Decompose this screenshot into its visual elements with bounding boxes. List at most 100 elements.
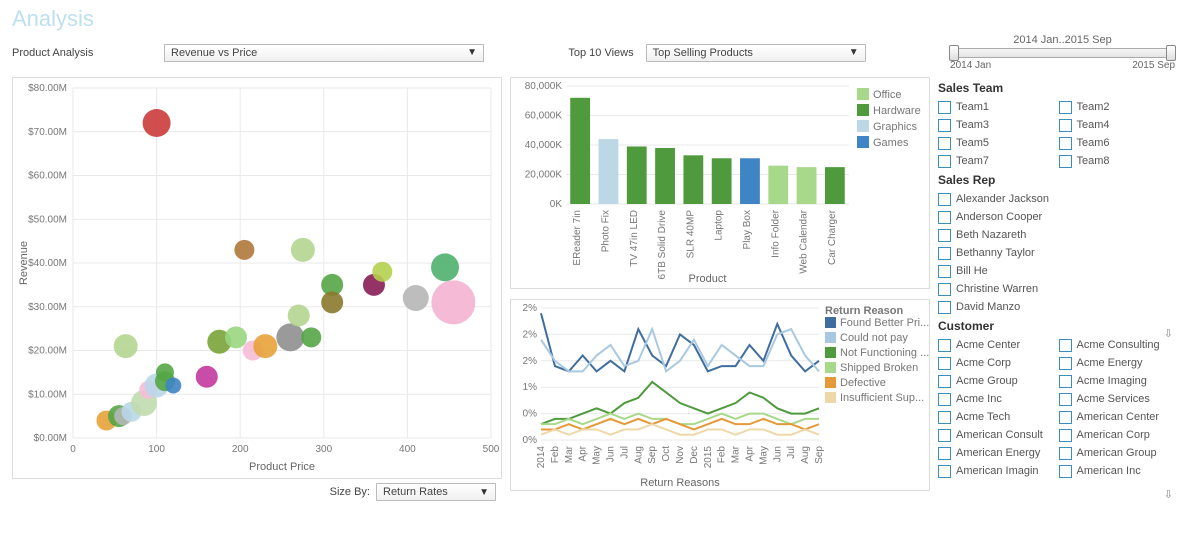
svg-text:Mar: Mar xyxy=(564,445,575,463)
svg-text:2%: 2% xyxy=(523,356,538,367)
checkbox-icon[interactable] xyxy=(938,211,951,224)
scroll-down-icon[interactable]: ⇩ xyxy=(1164,488,1173,501)
customer-item[interactable]: Acme Center xyxy=(938,337,1055,353)
customer-item[interactable]: Acme Tech xyxy=(938,409,1055,425)
checkbox-icon[interactable] xyxy=(938,283,951,296)
checkbox-icon[interactable] xyxy=(1059,339,1072,352)
svg-text:Product: Product xyxy=(689,273,727,285)
svg-text:40,000K: 40,000K xyxy=(525,140,563,151)
checkbox-icon[interactable] xyxy=(1059,101,1072,114)
customer-label: American Imagin xyxy=(956,465,1039,477)
sales-rep-item[interactable]: Bill He xyxy=(938,263,1175,279)
checkbox-icon[interactable] xyxy=(938,429,951,442)
customer-label: American Corp xyxy=(1077,429,1150,441)
customer-item[interactable]: American Energy xyxy=(938,445,1055,461)
customer-label: Acme Group xyxy=(956,375,1018,387)
customer-item[interactable]: Acme Imaging xyxy=(1059,373,1176,389)
svg-text:2%: 2% xyxy=(523,303,538,314)
sales-team-item[interactable]: Team5 xyxy=(938,135,1055,151)
checkbox-icon[interactable] xyxy=(938,411,951,424)
sales-team-item[interactable]: Team1 xyxy=(938,99,1055,115)
svg-text:2015: 2015 xyxy=(703,446,714,469)
checkbox-icon[interactable] xyxy=(938,339,951,352)
revenue-vs-price-chart[interactable]: 0100200300400500$0.00M$10.00M$20.00M$30.… xyxy=(12,77,502,479)
customer-item[interactable]: Acme Energy xyxy=(1059,355,1176,371)
checkbox-icon[interactable] xyxy=(938,375,951,388)
checkbox-icon[interactable] xyxy=(938,229,951,242)
customer-item[interactable]: Acme Corp xyxy=(938,355,1055,371)
customer-item[interactable]: American Imagin xyxy=(938,463,1055,479)
customer-title: Customer xyxy=(938,319,1175,333)
checkbox-icon[interactable] xyxy=(938,357,951,370)
checkbox-icon[interactable] xyxy=(1059,393,1072,406)
date-range-slider[interactable]: 2014 Jan..2015 Sep 2014 Jan 2015 Sep xyxy=(950,34,1175,71)
sales-rep-item[interactable]: David Manzo xyxy=(938,299,1175,315)
sales-team-item[interactable]: Team6 xyxy=(1059,135,1176,151)
customer-label: Acme Services xyxy=(1077,393,1150,405)
svg-text:$60.00M: $60.00M xyxy=(28,171,67,182)
checkbox-icon[interactable] xyxy=(1059,357,1072,370)
checkbox-icon[interactable] xyxy=(938,101,951,114)
customer-item[interactable]: American Inc xyxy=(1059,463,1176,479)
size-by-selected: Return Rates xyxy=(383,486,448,498)
customer-item[interactable]: Acme Group xyxy=(938,373,1055,389)
sales-team-item[interactable]: Team4 xyxy=(1059,117,1176,133)
svg-text:Found Better Pri...: Found Better Pri... xyxy=(840,317,929,329)
checkbox-icon[interactable] xyxy=(1059,447,1072,460)
svg-text:Apr: Apr xyxy=(578,445,589,461)
customer-item[interactable]: Acme Consulting xyxy=(1059,337,1176,353)
checkbox-icon[interactable] xyxy=(938,393,951,406)
sales-rep-item[interactable]: Bethanny Taylor xyxy=(938,245,1175,261)
customer-item[interactable]: American Consult xyxy=(938,427,1055,443)
customer-item[interactable]: Acme Services xyxy=(1059,391,1176,407)
checkbox-icon[interactable] xyxy=(938,447,951,460)
sales-rep-item[interactable]: Anderson Cooper xyxy=(938,209,1175,225)
checkbox-icon[interactable] xyxy=(938,247,951,260)
svg-text:Sep: Sep xyxy=(814,446,825,464)
checkbox-icon[interactable] xyxy=(1059,155,1072,168)
svg-text:$0.00M: $0.00M xyxy=(34,433,67,444)
checkbox-icon[interactable] xyxy=(1059,411,1072,424)
sales-team-item[interactable]: Team2 xyxy=(1059,99,1176,115)
top10-dropdown[interactable]: Top Selling Products ▼ xyxy=(646,44,866,62)
sales-rep-item[interactable]: Christine Warren xyxy=(938,281,1175,297)
sales-rep-item[interactable]: Beth Nazareth xyxy=(938,227,1175,243)
sales-team-label: Team2 xyxy=(1077,101,1110,113)
customer-item[interactable]: Acme Inc xyxy=(938,391,1055,407)
customer-item[interactable]: American Center xyxy=(1059,409,1176,425)
checkbox-icon[interactable] xyxy=(1059,137,1072,150)
checkbox-icon[interactable] xyxy=(938,193,951,206)
size-by-dropdown[interactable]: Return Rates ▼ xyxy=(376,483,496,501)
checkbox-icon[interactable] xyxy=(938,119,951,132)
chevron-down-icon: ▼ xyxy=(467,47,477,58)
sales-rep-item[interactable]: Alexander Jackson xyxy=(938,191,1175,207)
checkbox-icon[interactable] xyxy=(1059,119,1072,132)
svg-text:Play Box: Play Box xyxy=(742,210,753,249)
svg-text:Car Charger: Car Charger xyxy=(827,209,838,265)
checkbox-icon[interactable] xyxy=(1059,429,1072,442)
top10-label: Top 10 Views xyxy=(568,47,633,59)
scroll-down-icon[interactable]: ⇩ xyxy=(1164,327,1173,340)
checkbox-icon[interactable] xyxy=(1059,375,1072,388)
sales-team-item[interactable]: Team3 xyxy=(938,117,1055,133)
customer-item[interactable]: American Group xyxy=(1059,445,1176,461)
product-analysis-selected: Revenue vs Price xyxy=(171,47,257,59)
sales-team-label: Team6 xyxy=(1077,137,1110,149)
date-range-handle-end[interactable] xyxy=(1166,45,1176,61)
return-reasons-chart[interactable]: 0%0%1%2%2%2%2014FebMarAprMayJunJulAugSep… xyxy=(510,299,930,491)
sales-team-item[interactable]: Team7 xyxy=(938,153,1055,169)
checkbox-icon[interactable] xyxy=(938,265,951,278)
svg-text:Aug: Aug xyxy=(633,446,644,464)
date-range-handle-start[interactable] xyxy=(949,45,959,61)
checkbox-icon[interactable] xyxy=(938,301,951,314)
top-products-chart[interactable]: 0K20,000K40,000K60,000K80,000KEReader 7i… xyxy=(510,77,930,289)
svg-text:6TB Solid Drive: 6TB Solid Drive xyxy=(657,210,668,280)
checkbox-icon[interactable] xyxy=(938,137,951,150)
svg-text:Jul: Jul xyxy=(786,446,797,459)
customer-item[interactable]: American Corp xyxy=(1059,427,1176,443)
product-analysis-dropdown[interactable]: Revenue vs Price ▼ xyxy=(164,44,484,62)
checkbox-icon[interactable] xyxy=(938,155,951,168)
sales-team-item[interactable]: Team8 xyxy=(1059,153,1176,169)
checkbox-icon[interactable] xyxy=(1059,465,1072,478)
checkbox-icon[interactable] xyxy=(938,465,951,478)
